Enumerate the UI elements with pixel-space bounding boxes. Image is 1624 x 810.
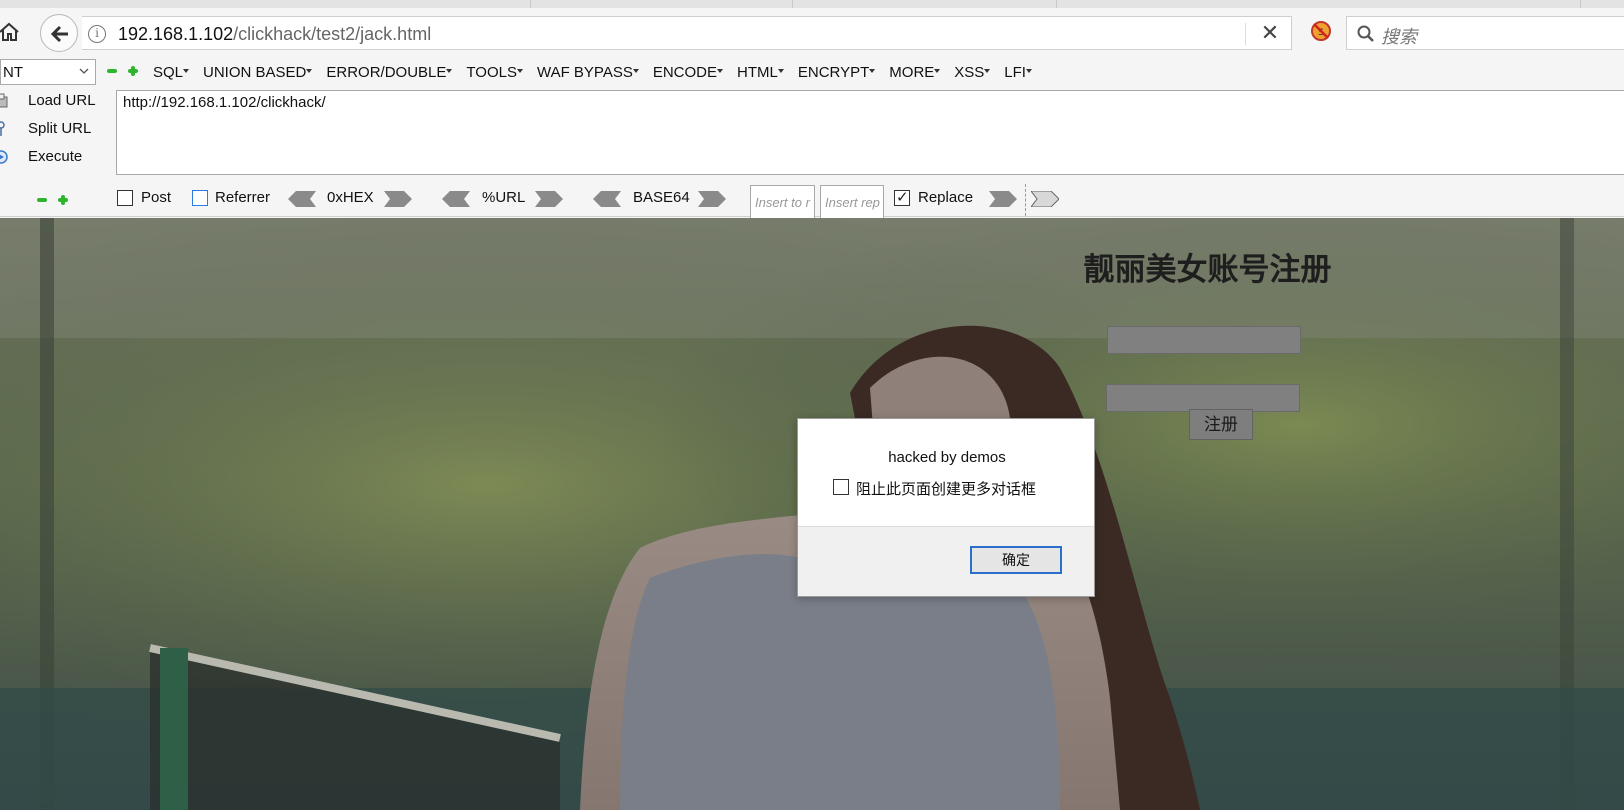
hackbar-options: Post Referrer 0xHEX %URL BASE64 Insert t… (0, 182, 1624, 219)
menu-error-double[interactable]: ERROR/DOUBLE (326, 64, 453, 81)
address-text[interactable]: 192.168.1.102/clickhack/test2/jack.html (118, 24, 431, 45)
referrer-checkbox[interactable] (192, 190, 208, 206)
hackbar-menu: SQL UNION BASED ERROR/DOUBLE TOOLS WAF B… (153, 64, 1032, 81)
tab-divider (1580, 0, 1581, 8)
ok-button[interactable]: 确定 (970, 546, 1062, 574)
back-button[interactable] (40, 14, 78, 52)
encode-url-arrow-icon[interactable] (535, 191, 563, 207)
minus-icon[interactable] (107, 69, 117, 73)
execute-label: Execute (28, 148, 83, 165)
tab-divider (1056, 0, 1057, 8)
plus-icon[interactable] (58, 195, 68, 205)
split-url-label: Split URL (28, 120, 92, 137)
execute-icon (0, 150, 8, 164)
execute-button[interactable]: Execute (0, 146, 112, 170)
noscript-icon[interactable]: S (1310, 20, 1332, 42)
close-icon[interactable]: ✕ (1257, 20, 1283, 46)
hex-label: 0xHEX (327, 189, 374, 206)
menu-waf-bypass[interactable]: WAF BYPASS (537, 64, 639, 81)
address-separator (1245, 23, 1246, 45)
password-field[interactable] (1106, 384, 1300, 412)
menu-encrypt[interactable]: ENCRYPT (798, 64, 876, 81)
menu-more[interactable]: MORE (889, 64, 941, 81)
menu-sql[interactable]: SQL (153, 64, 190, 81)
prevent-dialogs-checkbox[interactable] (833, 479, 849, 495)
url-host: 192.168.1.102 (118, 24, 234, 44)
address-bar[interactable]: i 192.168.1.102/clickhack/test2/jack.htm… (82, 16, 1292, 50)
hackbar-panel: NT SQL UNION BASED ERROR/DOUBLE TOOLS WA… (0, 56, 1624, 219)
username-field[interactable] (1107, 326, 1301, 354)
decode-hex-arrow-icon[interactable] (288, 191, 316, 207)
decode-url-arrow-icon[interactable] (442, 191, 470, 207)
chevron-down-icon (79, 68, 89, 74)
urlencode-label: %URL (482, 189, 526, 206)
menu-tools[interactable]: TOOLS (466, 64, 523, 81)
menu-encode[interactable]: ENCODE (653, 64, 724, 81)
navigation-toolbar: i 192.168.1.102/clickhack/test2/jack.htm… (0, 8, 1624, 56)
insert-find-input[interactable]: Insert to r (750, 185, 815, 219)
alert-dialog: hacked by demos 阻止此页面创建更多对话框 确定 (797, 418, 1095, 597)
mode-select-value: NT (3, 64, 23, 81)
insert-replace-input[interactable]: Insert rep (820, 185, 884, 219)
split-url-button[interactable]: Split URL (0, 118, 112, 142)
split-icon (0, 121, 5, 136)
replace-label: Replace (918, 189, 974, 206)
tab-divider (530, 0, 531, 8)
prevent-dialogs-label: 阻止此页面创建更多对话框 (856, 481, 1037, 498)
hackbar-url-textarea[interactable]: http://192.168.1.102/clickhack/ (116, 90, 1624, 175)
menu-html[interactable]: HTML (737, 64, 784, 81)
load-url-button[interactable]: Load URL (0, 90, 112, 114)
tab-strip (0, 0, 1624, 8)
search-icon (1357, 25, 1374, 42)
options-divider (1025, 184, 1026, 216)
menu-lfi[interactable]: LFI (1004, 64, 1032, 81)
search-bar[interactable]: 搜索 (1346, 16, 1624, 50)
post-checkbox[interactable] (117, 190, 133, 206)
dialog-footer: 确定 (798, 526, 1094, 596)
decode-base64-arrow-icon[interactable] (593, 191, 621, 207)
hackbar-mode-select[interactable]: NT (0, 59, 96, 85)
home-icon[interactable] (0, 22, 20, 42)
replace-arrow-icon[interactable] (989, 191, 1017, 207)
load-url-label: Load URL (28, 92, 96, 109)
search-placeholder: 搜索 (1381, 27, 1417, 47)
referrer-label: Referrer (215, 189, 271, 206)
back-arrow-icon (50, 25, 68, 43)
replace-checkbox[interactable] (894, 188, 910, 206)
register-button[interactable]: 注册 (1189, 409, 1253, 440)
url-path: /clickhack/test2/jack.html (233, 24, 432, 44)
menu-union-based[interactable]: UNION BASED (203, 64, 313, 81)
dialog-message: hacked by demos (888, 449, 1006, 466)
site-info-icon[interactable]: i (88, 25, 106, 43)
base64-label: BASE64 (633, 189, 690, 206)
page-title: 靓丽美女账号注册 (1083, 252, 1332, 287)
plus-icon[interactable] (128, 66, 138, 76)
tab-divider (792, 0, 793, 8)
minus-icon[interactable] (37, 198, 47, 202)
post-label: Post (141, 189, 172, 206)
encode-base64-arrow-icon[interactable] (698, 191, 726, 207)
menu-xss[interactable]: XSS (954, 64, 991, 81)
replace-all-arrow-icon[interactable] (1031, 191, 1059, 207)
encode-hex-arrow-icon[interactable] (384, 191, 412, 207)
load-icon (0, 93, 8, 108)
